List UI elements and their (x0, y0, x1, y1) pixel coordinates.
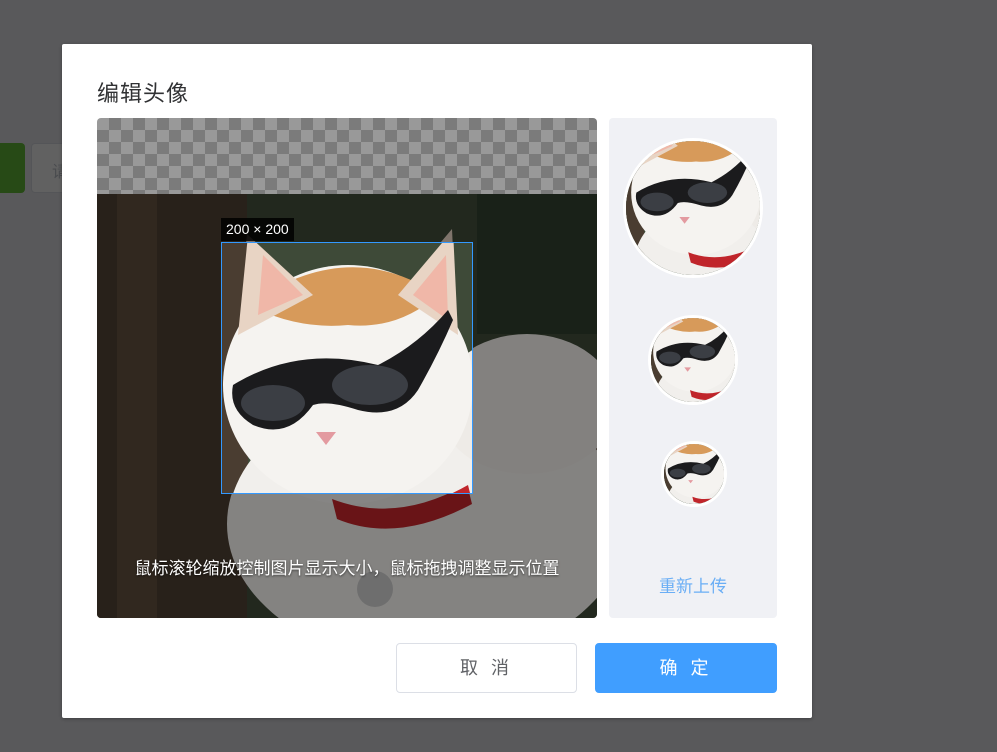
cropper-hint: 鼠标滚轮缩放控制图片显示大小，鼠标拖拽调整显示位置 (134, 559, 560, 578)
crop-size-label: 200 × 200 (221, 218, 294, 241)
edit-avatar-dialog: 编辑头像 200 × 200 鼠标滚轮缩放控制图片显示大小，鼠标拖拽调整显示位置… (62, 44, 812, 718)
avatar-preview-large (623, 138, 763, 278)
cancel-button[interactable]: 取 消 (396, 643, 577, 693)
avatar-preview-small (661, 441, 727, 507)
crop-selection-box[interactable] (221, 242, 473, 494)
preview-panel: 重新上传 (609, 118, 777, 618)
dialog-title: 编辑头像 (97, 81, 190, 106)
reupload-link[interactable]: 重新上传 (609, 572, 777, 597)
avatar-preview-medium (648, 315, 738, 405)
image-cropper[interactable]: 200 × 200 鼠标滚轮缩放控制图片显示大小，鼠标拖拽调整显示位置 (97, 118, 597, 618)
confirm-button[interactable]: 确 定 (595, 643, 777, 693)
